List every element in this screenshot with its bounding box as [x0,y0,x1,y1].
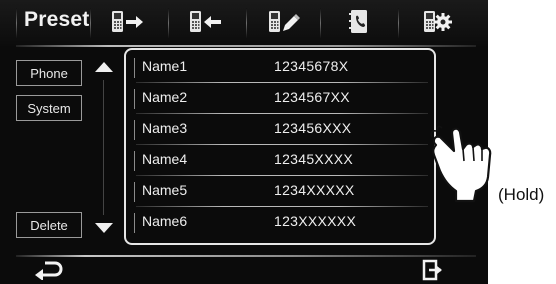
contact-name: Name4 [142,151,188,167]
delete-button[interactable]: Delete [16,212,82,238]
row-divider [134,182,135,202]
list-item[interactable]: Name6 123XXXXXX [126,207,434,238]
contact-name: Name5 [142,182,188,198]
contact-number: 1234XXXXX [274,182,355,198]
phone-settings-icon [424,11,452,32]
phonebook-icon [349,10,367,33]
row-divider [134,213,135,233]
preset-screen: Preset Phone System Delete Name1 1234567… [0,0,488,284]
contact-number: 1234567XX [274,89,350,105]
page-title: Preset [24,8,90,31]
divider [16,8,17,38]
contact-name: Name1 [142,58,188,74]
contact-name: Name3 [142,120,188,136]
list-item[interactable]: Name3 123456XXX [126,114,434,145]
top-bar: Preset [0,0,488,46]
contact-number: 12345XXXX [274,151,353,167]
row-divider [134,120,135,140]
divider [90,8,91,38]
list-item[interactable]: Name4 12345XXXX [126,145,434,176]
scroll-track[interactable] [103,80,104,215]
exit-button[interactable] [410,258,454,282]
phone-edit-icon [269,11,300,32]
footer-divider [16,255,476,257]
contact-number: 123456XXX [274,120,352,136]
row-divider [134,151,135,171]
divider [320,8,321,38]
scroll-up-icon[interactable] [95,62,113,72]
phone-import-button[interactable] [178,4,234,40]
hold-label: (Hold) [498,185,545,204]
divider [168,8,169,38]
list-item[interactable]: Name5 1234XXXXX [126,176,434,207]
back-button[interactable] [26,258,70,282]
list-item[interactable]: Name2 1234567XX [126,83,434,114]
exit-icon [422,259,442,281]
divider [246,8,247,38]
contact-name: Name6 [142,213,188,229]
phone-export-icon [112,11,143,32]
scroll-down-icon[interactable] [95,223,113,233]
hand-pointer-icon [430,125,502,220]
header-divider [16,45,476,47]
row-divider [134,58,135,78]
phone-edit-button[interactable] [256,4,312,40]
phonebook-button[interactable] [336,4,382,40]
contact-number: 12345678X [274,58,349,74]
contact-name: Name2 [142,89,188,105]
list-item[interactable]: Name1 12345678X [126,52,434,83]
divider [398,8,399,38]
system-button[interactable]: System [16,95,82,121]
phone-settings-button[interactable] [412,4,462,40]
phone-export-button[interactable] [100,4,156,40]
back-arrow-icon [35,261,63,280]
phone-button[interactable]: Phone [16,60,82,86]
preset-list: Name1 12345678X Name2 1234567XX Name3 12… [124,48,436,245]
contact-number: 123XXXXXX [274,213,357,229]
row-divider [134,89,135,109]
phone-import-icon [190,11,221,32]
